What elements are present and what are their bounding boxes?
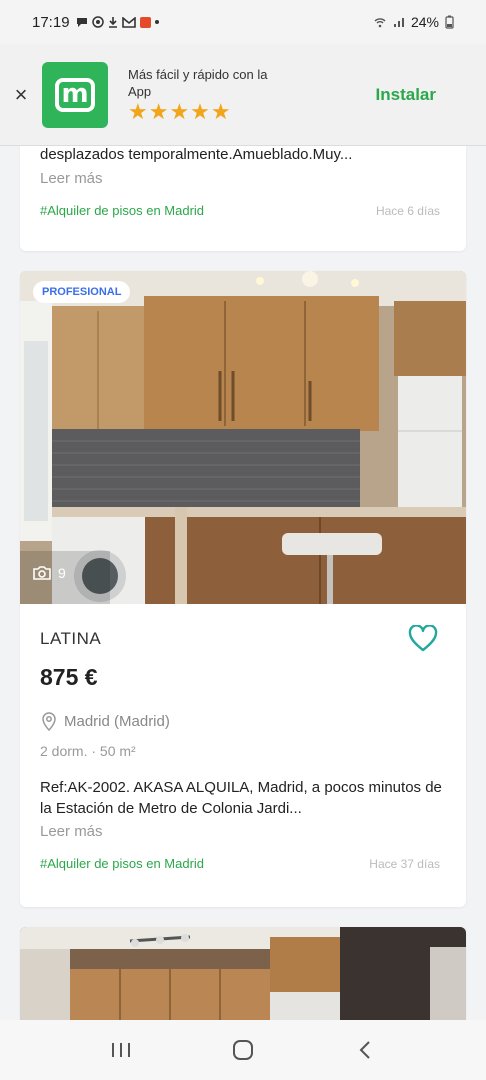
app-install-banner: × m Más fácil y rápido con la App ★★★★★ … [0,44,486,146]
more-notifications-icon [154,20,159,24]
battery-level: 24% [410,14,439,30]
app-logo: m [42,61,108,128]
status-right: 24% [373,14,454,30]
status-left: 17:19 [32,14,159,31]
listing-date: Hace 6 días [375,204,440,218]
signal-icon [393,18,404,27]
photo-count-value: 9 [58,565,66,581]
notification-icons [76,16,159,28]
location-pin-icon [42,712,56,731]
category-link[interactable]: #Alquiler de pisos en Madrid [40,203,204,218]
photo-count: 9 [32,565,66,581]
listing-photo[interactable] [20,927,466,1027]
location-text: Madrid (Madrid) [64,712,170,730]
recent-apps-button[interactable] [101,1030,141,1070]
system-nav-bar [0,1020,486,1080]
listing-features: 2 dorm. · 50 m² [40,743,136,759]
app-logo-letter: m [55,77,95,112]
professional-badge: PROFESIONAL [33,281,131,303]
battery-icon [445,15,454,29]
listing-card[interactable]: PROFESIONAL 9 LATINA 875 € Madrid (Madri… [20,271,466,907]
heart-icon [408,624,438,652]
at-icon [91,16,104,28]
listing-card[interactable]: desplazados temporalmente.Amueblado.Muy.… [20,146,466,251]
gmail-icon [121,16,136,28]
back-button[interactable] [345,1030,385,1070]
listing-district: LATINA [40,629,102,648]
download-icon [108,17,117,28]
status-bar: 17:19 24% [0,0,486,44]
kitchen-photo [20,271,466,604]
banner-title: Más fácil y rápido con la App [128,66,268,99]
listing-card[interactable] [20,927,466,1027]
home-button[interactable] [223,1030,263,1070]
listing-description: desplazados temporalmente.Amueblado.Muy.… [40,146,353,163]
read-more-link[interactable]: Leer más [40,823,103,840]
listing-location: Madrid (Madrid) [40,711,170,731]
listing-price: 875 € [40,664,98,690]
app-notification-icon [139,16,151,28]
camera-icon [33,566,51,580]
chat-icon [76,18,87,27]
install-button[interactable]: Instalar [376,85,436,105]
home-icon [233,1040,253,1060]
wifi-calling-icon [374,18,386,28]
recent-apps-icon [112,1043,130,1057]
back-icon [359,1041,370,1059]
banner-text: Más fácil y rápido con la App ★★★★★ [128,66,376,124]
listing-date: Hace 37 días [369,857,440,871]
category-link[interactable]: #Alquiler de pisos en Madrid [40,856,204,871]
favorite-button[interactable] [408,624,438,658]
status-time: 17:19 [32,13,70,31]
listing-description: Ref:AK-2002. AKASA ALQUILA, Madrid, a po… [40,779,442,817]
read-more-link[interactable]: Leer más [40,170,103,187]
listing-photo[interactable]: PROFESIONAL 9 [20,271,466,604]
rating-stars: ★★★★★ [128,98,232,124]
close-banner-button[interactable]: × [0,82,42,108]
